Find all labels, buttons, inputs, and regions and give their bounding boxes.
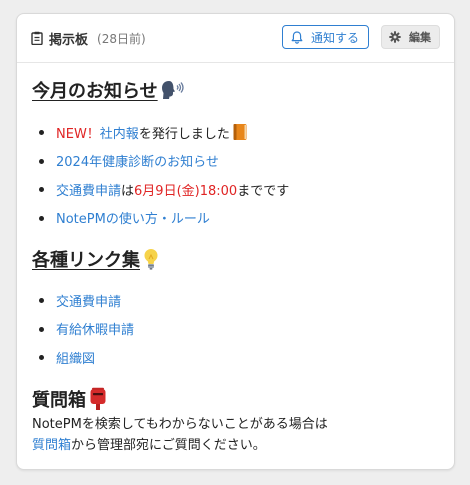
- card-header: 掲示板 (28日前) 通知する 編集: [17, 14, 454, 63]
- transport-application-link[interactable]: 交通費申請: [56, 291, 121, 310]
- announcements-heading: 今月のお知らせ: [32, 77, 186, 103]
- deadline-highlight: 6月9日(金)18:00: [134, 183, 238, 199]
- health-checkup-link[interactable]: 2024年健康診断のお知らせ: [56, 151, 219, 170]
- list-item: NotePMの使い方・ルール: [37, 204, 289, 233]
- new-badge-text: NEW！: [56, 126, 100, 142]
- list-item: 有給休暇申請: [37, 315, 134, 344]
- gear-icon: [389, 31, 401, 43]
- announcements-heading-text: 今月のお知らせ: [32, 81, 158, 102]
- edit-button[interactable]: 編集: [381, 25, 440, 49]
- list-item-text: は: [121, 183, 135, 199]
- header-actions: 通知する 編集: [281, 25, 440, 49]
- clipboard-icon: [31, 31, 43, 45]
- questions-description: NotePMを検索してもわからないことがある場合は 質問箱から管理部宛にご質問く…: [32, 414, 328, 456]
- org-chart-link[interactable]: 組織図: [56, 348, 95, 367]
- questions-heading: 質問箱: [32, 386, 108, 412]
- list-item: 交通費申請: [37, 286, 134, 315]
- postbox-icon: [88, 387, 108, 411]
- questions-heading-text: 質問箱: [32, 390, 86, 411]
- list-item: 2024年健康診断のお知らせ: [37, 147, 289, 176]
- orange-book-icon: [232, 123, 248, 141]
- list-item: 組織図: [37, 343, 134, 372]
- notify-button-label: 通知する: [310, 30, 359, 45]
- links-heading: 各種リンク集: [32, 246, 160, 272]
- question-box-link[interactable]: 質問箱: [32, 438, 71, 453]
- transport-expense-link[interactable]: 交通費申請: [56, 180, 121, 199]
- paid-leave-link[interactable]: 有給休暇申請: [56, 319, 134, 338]
- card-timestamp: (28日前): [97, 31, 146, 46]
- list-item-text: までです: [237, 183, 290, 199]
- list-item: NEW！ 社内報 を発行しました: [37, 118, 289, 147]
- light-bulb-icon: [142, 247, 160, 271]
- bell-icon: [291, 30, 303, 44]
- bulletin-board-card: 掲示板 (28日前) 通知する 編集 今月のお知らせ NEW！ 社内報 を発行し…: [16, 13, 455, 470]
- links-heading-text: 各種リンク集: [32, 250, 140, 271]
- card-title: 掲示板: [49, 32, 89, 48]
- announcements-list: NEW！ 社内報 を発行しました 2024年健康診断のお知らせ 交通費申請 は …: [37, 118, 289, 232]
- questions-line-2: 質問箱から管理部宛にご質問ください。: [32, 435, 328, 456]
- list-item: 交通費申請 は 6月9日(金)18:00 までです: [37, 175, 289, 204]
- notepm-rules-link[interactable]: NotePMの使い方・ルール: [56, 208, 210, 227]
- questions-line-2-text: から管理部宛にご質問ください。: [71, 438, 266, 453]
- links-list: 交通費申請 有給休暇申請 組織図: [37, 286, 134, 372]
- notify-button[interactable]: 通知する: [281, 25, 369, 49]
- questions-line-1: NotePMを検索してもわからないことがある場合は: [32, 417, 328, 432]
- list-item-text: を発行しました: [138, 126, 230, 142]
- edit-button-label: 編集: [409, 31, 431, 44]
- speaking-head-icon: [160, 79, 186, 101]
- company-newsletter-link[interactable]: 社内報: [100, 123, 139, 142]
